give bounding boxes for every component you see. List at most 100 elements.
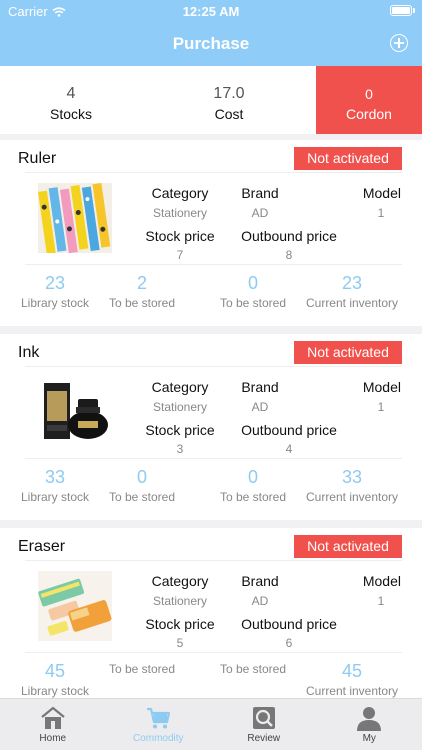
to-be-stored-value-2: 0 [247, 467, 259, 487]
stock-price-header: Stock price [145, 616, 215, 632]
model-value: 1 [377, 206, 385, 220]
outbound-price-header: Outbound price [241, 616, 337, 632]
summary-stocks[interactable]: 4 Stocks [0, 66, 142, 134]
model-header: Model [362, 185, 401, 201]
category-header: Category [151, 185, 209, 201]
product-list[interactable]: Ruler Not activated Category Brand Model… [0, 134, 422, 698]
cart-icon [147, 707, 171, 729]
to-be-stored-stat: 0 To be stored [109, 466, 175, 504]
battery-tip [413, 8, 415, 13]
outbound-price-header: Outbound price [241, 228, 337, 244]
to-be-stored-stat-2: To be stored [220, 660, 286, 676]
library-stock-label: Library stock [20, 490, 90, 504]
current-inventory-label: Current inventory [305, 296, 399, 310]
divider [25, 560, 402, 561]
to-be-stored-label: To be stored [108, 490, 176, 504]
tab-home[interactable]: Home [0, 699, 106, 750]
add-button[interactable] [390, 34, 408, 52]
current-inventory-value: 33 [341, 467, 363, 487]
product-image-eraser [38, 571, 112, 641]
summary-stocks-value: 4 [66, 85, 76, 102]
category-header: Category [151, 379, 209, 395]
to-be-stored-stat: To be stored [109, 660, 175, 676]
brand-value: AD [251, 594, 269, 608]
current-inventory-label: Current inventory [305, 684, 399, 698]
stock-price-header: Stock price [145, 422, 215, 438]
summary-cordon-value: 0 [365, 86, 373, 102]
status-bar: Carrier 12:25 AM [0, 0, 422, 22]
divider [25, 652, 402, 653]
review-icon [252, 707, 275, 729]
current-inventory-value: 45 [341, 661, 363, 681]
tab-review[interactable]: Review [211, 699, 317, 750]
to-be-stored-label: To be stored [108, 662, 176, 676]
tab-commodity[interactable]: Commodity [106, 699, 212, 750]
status-badge[interactable]: Not activated [294, 535, 402, 558]
brand-header: Brand [241, 379, 279, 395]
summary-cost[interactable]: 17.0 Cost [142, 66, 316, 134]
to-be-stored-value: 2 [136, 273, 148, 293]
to-be-stored-label: To be stored [108, 296, 176, 310]
stock-price-header: Stock price [145, 228, 215, 244]
product-image-ruler [38, 183, 112, 253]
to-be-stored-stat-2: 0 To be stored [220, 466, 286, 504]
outbound-price-value: 8 [285, 248, 293, 262]
to-be-stored-stat: 2 To be stored [109, 272, 175, 310]
to-be-stored-value: 0 [136, 467, 148, 487]
tab-my[interactable]: My [317, 699, 422, 750]
status-badge[interactable]: Not activated [294, 147, 402, 170]
to-be-stored-label-2: To be stored [219, 490, 287, 504]
library-stock-label: Library stock [20, 296, 90, 310]
to-be-stored-value-2: 0 [247, 273, 259, 293]
stock-price-value: 7 [176, 248, 184, 262]
model-header: Model [362, 379, 401, 395]
outbound-price-value: 6 [285, 636, 293, 650]
top-bar: Carrier 12:25 AM Purchase [0, 0, 422, 66]
battery-icon [390, 5, 412, 16]
summary-cost-label: Cost [214, 106, 244, 122]
product-card[interactable]: Ruler Not activated Category Brand Model… [0, 140, 422, 326]
model-value: 1 [377, 400, 385, 414]
tab-review-label: Review [247, 733, 281, 744]
library-stock-stat: 33 Library stock [21, 466, 89, 504]
stock-price-value: 3 [176, 442, 184, 456]
divider [25, 172, 402, 173]
divider [25, 366, 402, 367]
library-stock-value: 23 [44, 273, 66, 293]
tab-bar: Home Commodity Review My [0, 698, 422, 750]
library-stock-stat: 45 Library stock [21, 660, 89, 698]
outbound-price-header: Outbound price [241, 422, 337, 438]
product-name: Ruler [18, 150, 57, 167]
brand-value: AD [251, 206, 269, 220]
current-inventory-value: 23 [341, 273, 363, 293]
category-header: Category [151, 573, 209, 589]
user-icon [357, 707, 382, 731]
brand-value: AD [251, 400, 269, 414]
brand-header: Brand [241, 185, 279, 201]
product-card[interactable]: Ink Not activated Category Brand Model S… [0, 334, 422, 520]
category-value: Stationery [152, 594, 208, 608]
stock-price-value: 5 [176, 636, 184, 650]
summary-stocks-label: Stocks [49, 106, 92, 122]
current-inventory-stat: 45 Current inventory [306, 660, 398, 698]
status-badge[interactable]: Not activated [294, 341, 402, 364]
to-be-stored-label-2: To be stored [219, 662, 287, 676]
product-name: Eraser [18, 538, 66, 555]
summary-cordon-label: Cordon [346, 106, 392, 122]
current-inventory-label: Current inventory [305, 490, 399, 504]
tab-my-label: My [362, 733, 376, 744]
summary-cost-value: 17.0 [213, 85, 245, 102]
tab-home-label: Home [39, 733, 67, 744]
page-title: Purchase [172, 34, 250, 53]
model-header: Model [362, 573, 401, 589]
outbound-price-value: 4 [285, 442, 293, 456]
product-card[interactable]: Eraser Not activated Category Brand Mode… [0, 528, 422, 698]
library-stock-value: 45 [44, 661, 66, 681]
to-be-stored-label-2: To be stored [219, 296, 287, 310]
library-stock-stat: 23 Library stock [21, 272, 89, 310]
model-value: 1 [377, 594, 385, 608]
summary-cordon[interactable]: 0 Cordon [316, 66, 422, 134]
clock: 12:25 AM [182, 4, 240, 19]
product-name: Ink [18, 344, 40, 361]
category-value: Stationery [152, 206, 208, 220]
